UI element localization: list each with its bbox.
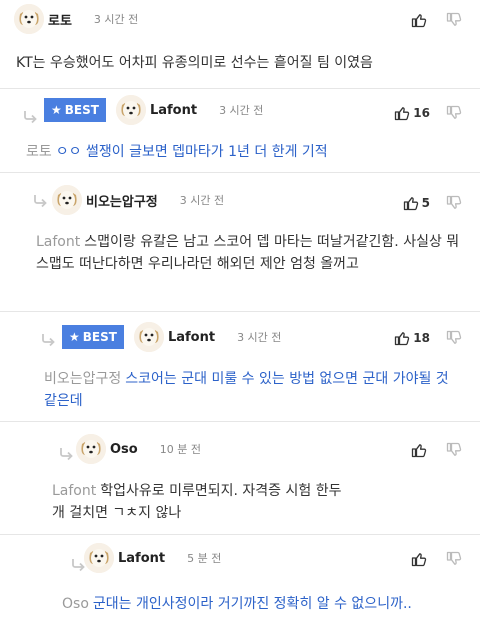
username[interactable]: 로토: [48, 10, 72, 29]
thumbs-up-icon: [403, 195, 419, 211]
avatar[interactable]: [52, 185, 82, 215]
star-icon: ★: [51, 103, 62, 117]
downvote-button[interactable]: [446, 551, 462, 567]
reply-arrow-icon: [32, 193, 48, 209]
upvote-button[interactable]: [411, 442, 430, 458]
mention[interactable]: 로토: [26, 144, 52, 160]
upvote-button[interactable]: 16: [394, 105, 430, 121]
avatar[interactable]: [76, 434, 106, 464]
mention[interactable]: 비오는압구정: [44, 371, 121, 387]
comment-0: 로토 3 시간 전 KT는 우승했어도 어차피 유종의미로 선수는 흩어질 팀 …: [0, 0, 480, 89]
thumbs-up-icon: [411, 551, 427, 567]
thumbs-up-icon: [394, 330, 410, 346]
puppy-avatar-icon: [84, 543, 114, 573]
comment-text: 비오는압구정 스코어는 군대 미룰 수 있는 방법 없으면 군대 가야될 것 같은…: [44, 371, 449, 409]
comment-4: Oso 10 분 전 Lafont 학업사유로 미루면되지. 자격증 시험 한두개…: [0, 422, 480, 535]
comment-2: 비오는압구정 3 시간 전 5 Lafont 스맵이랑 유칼은 남고 스코어 뎁 …: [0, 173, 480, 312]
username[interactable]: Lafont: [150, 103, 197, 118]
reply-arrow-icon: [22, 109, 38, 125]
thumbs-up-icon: [394, 105, 410, 121]
thumbs-down-icon: [446, 442, 462, 458]
upvote-button[interactable]: 18: [394, 330, 430, 346]
timestamp: 3 시간 전: [237, 331, 282, 344]
thumbs-up-icon: [411, 442, 427, 458]
comment-5: Lafont 5 분 전 Oso 군대는 개인사정이라 거기까진 정확히 알 수 …: [0, 535, 480, 642]
mention[interactable]: Lafont: [52, 483, 96, 499]
timestamp: 3 시간 전: [179, 194, 225, 207]
downvote-button[interactable]: [446, 442, 462, 458]
thumbs-down-icon: [446, 12, 462, 28]
best-badge: ★ BEST: [62, 325, 124, 349]
downvote-button[interactable]: [446, 105, 462, 121]
downvote-button[interactable]: [446, 330, 462, 346]
best-badge: ★ BEST: [44, 98, 106, 122]
upvote-button[interactable]: [411, 12, 430, 28]
thumbs-down-icon: [446, 105, 462, 121]
puppy-avatar-icon: [116, 95, 146, 125]
timestamp: 3 시간 전: [93, 13, 139, 26]
comment-text: Lafont 학업사유로 미루면되지. 자격증 시험 한두개 걸치면 ㄱㅊ지 않나: [52, 483, 342, 521]
upvote-count: 18: [413, 331, 430, 345]
comment-text: Oso 군대는 개인사정이라 거기까진 정확히 알 수 없으니까..: [62, 596, 412, 612]
star-icon: ★: [69, 330, 80, 344]
username[interactable]: Lafont: [168, 330, 215, 345]
timestamp: 5 분 전: [187, 552, 222, 565]
mention[interactable]: Oso: [62, 596, 89, 612]
username[interactable]: 비오는압구정: [86, 191, 158, 210]
avatar[interactable]: [133, 322, 164, 352]
mention[interactable]: Lafont: [36, 234, 80, 250]
comment-1: ★ BEST Lafont 3 시간 전 16 로토 ㅇㅇ 썰쟁이 글보면 뎁마타…: [0, 89, 480, 173]
puppy-avatar-icon: [14, 4, 44, 34]
puppy-avatar-icon: [134, 322, 164, 352]
upvote-button[interactable]: [411, 551, 430, 567]
downvote-button[interactable]: [446, 195, 462, 211]
thumbs-down-icon: [446, 551, 462, 567]
upvote-button[interactable]: 5: [403, 195, 430, 211]
downvote-button[interactable]: [446, 12, 462, 28]
thumbs-down-icon: [446, 195, 462, 211]
reply-arrow-icon: [40, 332, 56, 348]
upvote-count: 16: [413, 106, 430, 120]
upvote-count: 5: [421, 196, 430, 210]
avatar[interactable]: [115, 95, 146, 125]
reply-arrow-icon: [58, 446, 74, 462]
timestamp: 10 분 전: [159, 443, 201, 456]
thumbs-up-icon: [411, 12, 427, 28]
comment-text: Lafont 스맵이랑 유칼은 남고 스코어 뎁 마타는 떠날거같긴함. 사실상 …: [36, 234, 460, 272]
comment-text: 로토 ㅇㅇ 썰쟁이 글보면 뎁마타가 1년 더 한게 기적: [26, 144, 328, 160]
avatar[interactable]: [14, 4, 44, 34]
thumbs-down-icon: [446, 330, 462, 346]
comment-3: ★ BEST Lafont 3 시간 전 18 비오는압구정 스코어는 군대 미룰…: [0, 312, 480, 422]
puppy-avatar-icon: [76, 434, 106, 464]
puppy-avatar-icon: [52, 185, 82, 215]
comment-text: KT는 우승했어도 어차피 유종의미로 선수는 흩어질 팀 이였음: [16, 55, 373, 71]
username[interactable]: Oso: [110, 442, 138, 457]
username[interactable]: Lafont: [118, 551, 165, 566]
avatar[interactable]: [84, 543, 114, 573]
timestamp: 3 시간 전: [219, 104, 264, 117]
